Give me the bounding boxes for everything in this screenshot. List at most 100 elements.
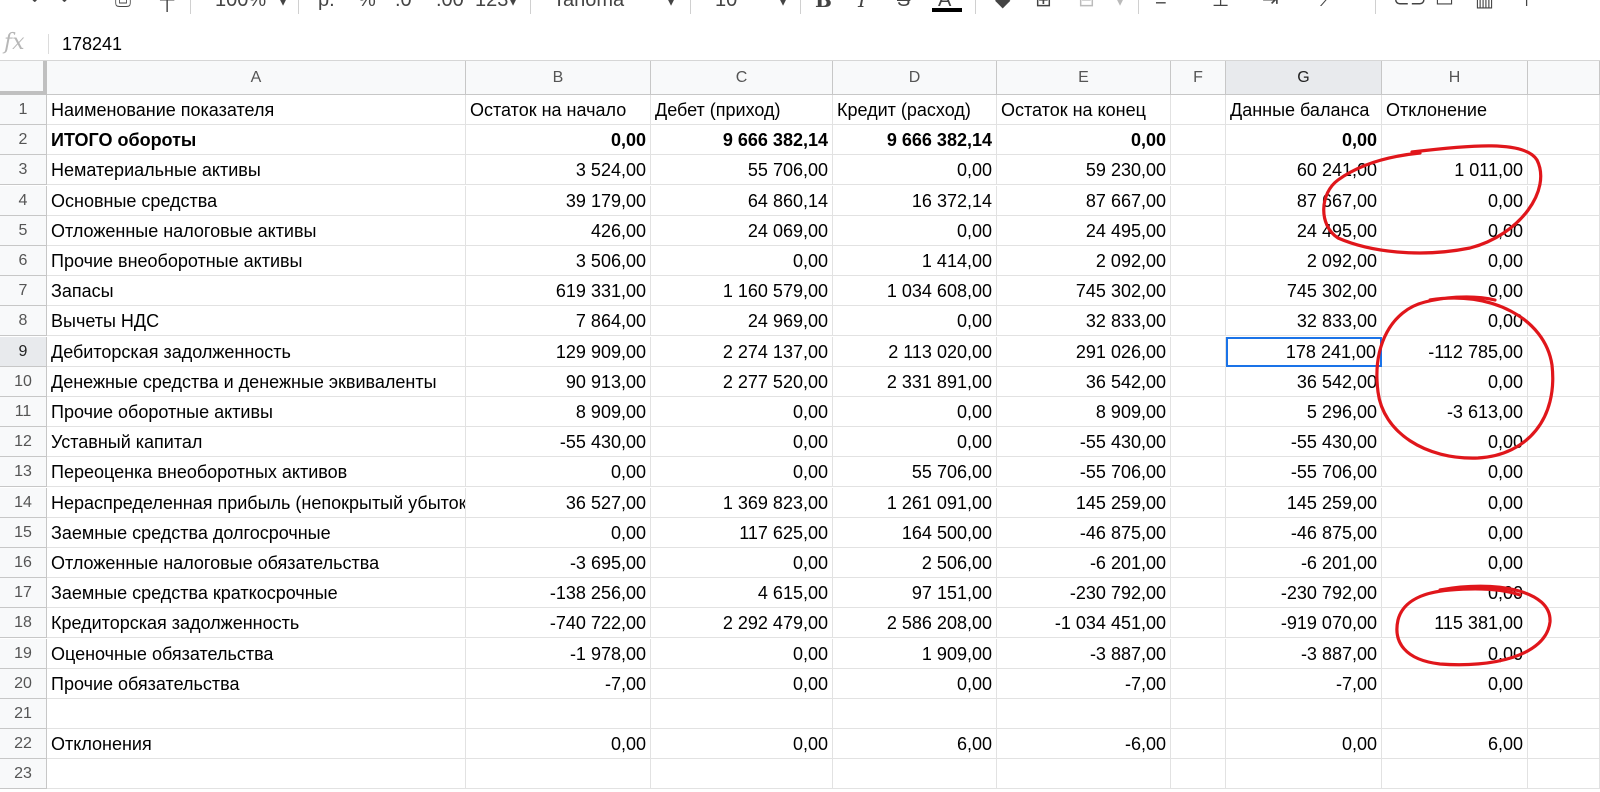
cell-e12[interactable]: -55 430,00 [997,427,1171,458]
cell-b2[interactable]: 0,00 [466,125,651,156]
cell-blank[interactable] [1528,397,1600,427]
insert-chart-icon[interactable]: ▥ [1475,0,1494,12]
cell-g23[interactable] [1226,759,1382,790]
cell-g22[interactable]: 0,00 [1226,729,1382,760]
spreadsheet-grid[interactable]: A B C D E F G H 1 Наименование показателя Остаток … [0,61,1600,792]
row-header[interactable]: 2 [0,125,47,156]
cell-f4[interactable] [1171,185,1226,216]
cell-blank[interactable] [1528,336,1600,367]
cell-g13[interactable]: -55 706,00 [1226,457,1382,488]
cell-blank[interactable] [1528,246,1600,276]
cell-blank[interactable] [1528,668,1600,699]
cell-c23[interactable] [651,759,833,790]
cell-a12[interactable]: Уставный капитал [47,427,466,458]
italic-button[interactable]: I [858,0,866,12]
text-rotation-icon[interactable]: ⟋ [1320,0,1334,12]
row-header[interactable]: 15 [0,517,47,548]
cell-f2[interactable] [1171,125,1226,156]
decrease-decimal-button[interactable]: .0 [395,0,412,12]
cell-h12[interactable]: 0,00 [1382,427,1528,458]
cell-d4[interactable]: 16 372,14 [833,185,997,216]
cell-e13[interactable]: -55 706,00 [997,457,1171,488]
cell-f12[interactable] [1171,427,1226,458]
cell-d18[interactable]: 2 586 208,00 [833,608,997,639]
cell-d16[interactable]: 2 506,00 [833,548,997,578]
cell-c7[interactable]: 1 160 579,00 [651,276,833,307]
cell-c20[interactable]: 0,00 [651,668,833,699]
cell-b15[interactable]: 0,00 [466,517,651,548]
cell-c2[interactable]: 9 666 382,14 [651,125,833,156]
cell-g14[interactable]: 145 259,00 [1226,487,1382,518]
text-wrap-icon[interactable]: ⇥ [1262,0,1279,12]
insert-link-icon[interactable]: ⊂⊃ [1393,0,1427,12]
cell-f19[interactable] [1171,638,1226,669]
cell-d5[interactable]: 0,00 [833,215,997,246]
column-header-b[interactable]: B [466,61,651,95]
cell-f23[interactable] [1171,759,1226,790]
cell-b16[interactable]: -3 695,00 [466,548,651,578]
cell-b19[interactable]: -1 978,00 [466,638,651,669]
row-header[interactable]: 22 [0,729,47,760]
cell-blank[interactable] [1528,125,1600,156]
increase-decimal-button[interactable]: .00 [436,0,464,12]
cell-b8[interactable]: 7 864,00 [466,306,651,337]
undo-icon[interactable]: ↶ ↷ [30,0,69,12]
cell-f7[interactable] [1171,276,1226,307]
filter-icon[interactable]: ⊤ [1518,0,1535,12]
cell-h11[interactable]: -3 613,00 [1382,397,1528,427]
cell-g1[interactable]: Данные баланса [1226,95,1382,125]
cell-e19[interactable]: -3 887,00 [997,638,1171,669]
strikethrough-button[interactable]: S [897,0,910,12]
cell-a4[interactable]: Основные средства [47,185,466,216]
cell-h14[interactable]: 0,00 [1382,487,1528,518]
cell-blank[interactable] [1528,759,1600,790]
cell-h13[interactable]: 0,00 [1382,457,1528,488]
column-header-g[interactable]: G [1226,61,1382,95]
row-header[interactable]: 20 [0,668,47,699]
paint-format-icon[interactable]: ┬ [160,0,174,12]
cell-blank[interactable] [1528,487,1600,518]
cell-e17[interactable]: -230 792,00 [997,578,1171,609]
cell-blank[interactable] [1528,578,1600,609]
cell-h16[interactable]: 0,00 [1382,548,1528,578]
cell-c12[interactable]: 0,00 [651,427,833,458]
cell-c8[interactable]: 24 969,00 [651,306,833,337]
cell-blank[interactable] [1528,638,1600,669]
cell-g16[interactable]: -6 201,00 [1226,548,1382,578]
cell-c10[interactable]: 2 277 520,00 [651,366,833,397]
cell-a19[interactable]: Оценочные обязательства [47,638,466,669]
cell-e2[interactable]: 0,00 [997,125,1171,156]
cell-e11[interactable]: 8 909,00 [997,397,1171,427]
cell-f15[interactable] [1171,517,1226,548]
cell-d21[interactable] [833,699,997,729]
cell-h15[interactable]: 0,00 [1382,517,1528,548]
cell-blank[interactable] [1528,427,1600,458]
cell-b23[interactable] [466,759,651,790]
cell-h22[interactable]: 6,00 [1382,729,1528,760]
cell-c11[interactable]: 0,00 [651,397,833,427]
cell-c1[interactable]: Дебет (приход) [651,95,833,125]
cell-d6[interactable]: 1 414,00 [833,246,997,276]
cell-c6[interactable]: 0,00 [651,246,833,276]
percent-format-button[interactable]: % [358,0,376,12]
cell-c16[interactable]: 0,00 [651,548,833,578]
cell-a2[interactable]: ИТОГО обороты [47,125,466,156]
cell-h23[interactable] [1382,759,1528,790]
cell-f18[interactable] [1171,608,1226,639]
cell-a17[interactable]: Заемные средства краткосрочные [47,578,466,609]
cell-h5[interactable]: 0,00 [1382,215,1528,246]
cell-g5[interactable]: 24 495,00 [1226,215,1382,246]
cell-blank[interactable] [1528,729,1600,760]
cell-f3[interactable] [1171,155,1226,186]
cell-f8[interactable] [1171,306,1226,337]
cell-e10[interactable]: 36 542,00 [997,366,1171,397]
cell-g7[interactable]: 745 302,00 [1226,276,1382,307]
print-icon[interactable]: ⎙ [115,0,131,12]
cell-c21[interactable] [651,699,833,729]
cell-d12[interactable]: 0,00 [833,427,997,458]
row-header[interactable]: 9 [0,336,47,367]
cell-b12[interactable]: -55 430,00 [466,427,651,458]
cell-a6[interactable]: Прочие внеоборотные активы [47,246,466,276]
cell-d7[interactable]: 1 034 608,00 [833,276,997,307]
cell-b18[interactable]: -740 722,00 [466,608,651,639]
